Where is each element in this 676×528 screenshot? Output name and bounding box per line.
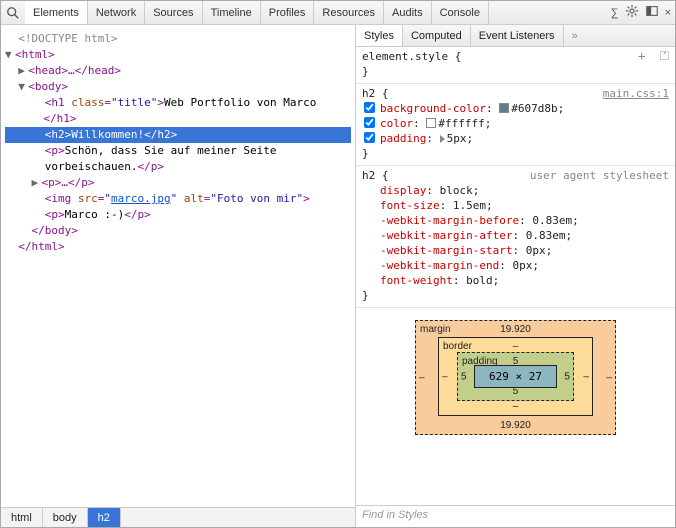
- dock-icon[interactable]: [645, 4, 659, 21]
- new-rule-icon[interactable]: +: [638, 49, 645, 63]
- elements-panel: <!DOCTYPE html> ▼<html> ▶<head>…</head> …: [1, 25, 356, 527]
- rule-h2-main[interactable]: h2 {main.css:1 background-color: #607d8b…: [356, 84, 675, 166]
- dom-tree[interactable]: <!DOCTYPE html> ▼<html> ▶<head>…</head> …: [1, 25, 355, 507]
- tab-console[interactable]: Console: [432, 1, 489, 24]
- prop-toggle[interactable]: [364, 132, 375, 143]
- expand-icon[interactable]: [440, 135, 445, 143]
- tab-computed[interactable]: Computed: [403, 25, 471, 46]
- gear-icon[interactable]: [625, 4, 639, 21]
- source-link[interactable]: main.css:1: [603, 86, 669, 101]
- tab-elements[interactable]: Elements: [25, 1, 88, 24]
- prop-toggle[interactable]: [364, 117, 375, 128]
- close-icon[interactable]: ×: [665, 7, 671, 19]
- head-node[interactable]: <head>…</head>: [28, 64, 121, 77]
- tab-resources[interactable]: Resources: [314, 1, 384, 24]
- crumb-body[interactable]: body: [43, 508, 88, 527]
- p-empty-node[interactable]: <p>…</p>: [42, 176, 95, 189]
- main-toolbar: Elements Network Sources Timeline Profil…: [1, 1, 675, 25]
- tab-styles[interactable]: Styles: [356, 25, 403, 46]
- toolbar-right: ∑ ×: [607, 1, 675, 24]
- crumb-h2[interactable]: h2: [88, 508, 121, 527]
- rule-element-style[interactable]: element.style { } + ⏍: [356, 47, 675, 84]
- color-swatch[interactable]: [499, 103, 509, 113]
- tab-sources[interactable]: Sources: [145, 1, 202, 24]
- tab-event-listeners[interactable]: Event Listeners: [471, 25, 564, 46]
- styles-panel: Styles Computed Event Listeners » elemen…: [356, 25, 675, 527]
- crumb-html[interactable]: html: [1, 508, 43, 527]
- search-icon[interactable]: [1, 1, 25, 24]
- toggle-state-icon[interactable]: ⏍: [660, 49, 669, 63]
- find-in-styles[interactable]: Find in Styles: [356, 505, 675, 527]
- rule-h2-ua: h2 {user agent stylesheet display: block…: [356, 166, 675, 308]
- color-swatch[interactable]: [426, 118, 436, 128]
- sidebar-tabs: Styles Computed Event Listeners »: [356, 25, 675, 47]
- tab-audits[interactable]: Audits: [384, 1, 432, 24]
- selected-node[interactable]: <h2>Willkommen!</h2>: [5, 127, 351, 143]
- breadcrumb: html body h2: [1, 507, 355, 527]
- box-model: margin 19.920 19.920 – – border – – – – …: [356, 308, 675, 447]
- tab-network[interactable]: Network: [88, 1, 145, 24]
- prop-toggle[interactable]: [364, 102, 375, 113]
- doctype: <!DOCTYPE html>: [18, 32, 117, 45]
- drawer-icon[interactable]: ∑: [611, 7, 619, 19]
- tab-profiles[interactable]: Profiles: [261, 1, 315, 24]
- panel-tabs: Elements Network Sources Timeline Profil…: [25, 1, 607, 24]
- more-tabs-icon[interactable]: »: [564, 25, 586, 46]
- tab-timeline[interactable]: Timeline: [203, 1, 261, 24]
